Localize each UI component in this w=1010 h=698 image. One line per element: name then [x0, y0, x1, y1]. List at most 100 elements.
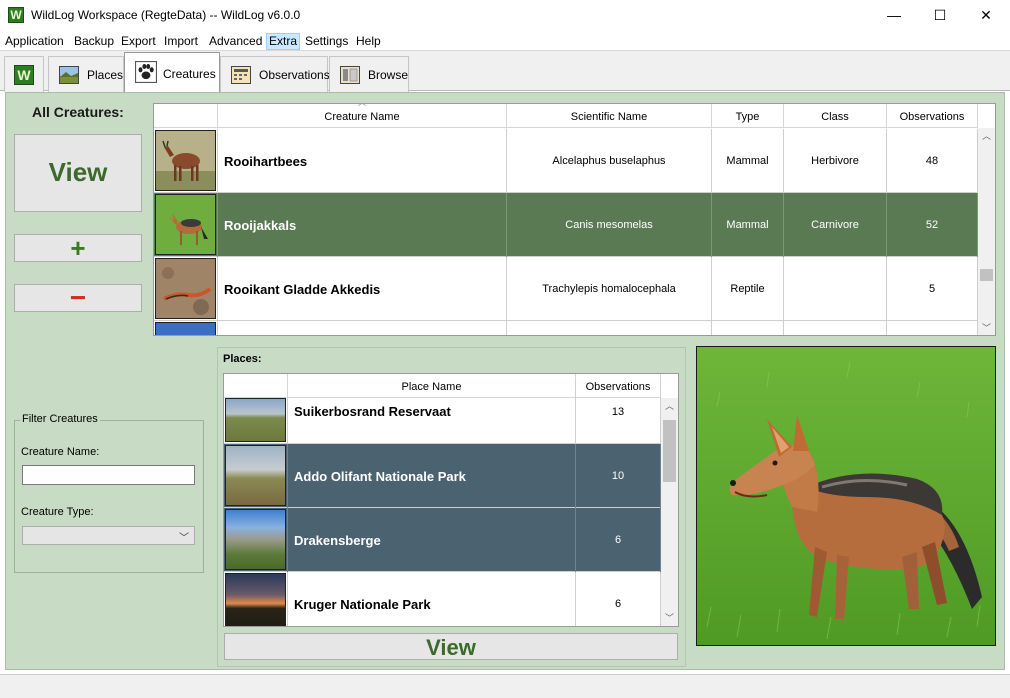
scientific-name-cell: Alcelaphus buselaphus: [507, 129, 712, 193]
creatures-table: ︿ Creature Name Scientific Name Type Cla…: [153, 103, 996, 336]
maximize-button[interactable]: ☐: [917, 0, 963, 31]
creature-thumbnail: [154, 193, 218, 257]
status-bar: [0, 674, 1010, 698]
observations-cell: 48: [887, 129, 978, 193]
place-name-cell: Kruger Nationale Park: [288, 572, 576, 626]
menu-advanced[interactable]: Advanced: [207, 33, 264, 50]
column-header-type[interactable]: Type: [712, 104, 784, 128]
type-cell: [712, 321, 784, 335]
window-title: WildLog Workspace (RegteData) -- WildLog…: [31, 8, 301, 22]
place-row[interactable]: Kruger Nationale Park 6: [224, 572, 661, 626]
column-header-observations[interactable]: Observations: [887, 104, 978, 128]
tab-home[interactable]: W: [4, 56, 44, 92]
observations-cell: 5: [887, 257, 978, 321]
column-header-scientific-name[interactable]: Scientific Name: [507, 104, 712, 128]
table-row[interactable]: [154, 321, 978, 335]
wildlog-home-icon: W: [14, 65, 34, 85]
lizard-image: [156, 259, 215, 318]
class-cell: [784, 321, 887, 335]
menu-export[interactable]: Export: [119, 33, 158, 50]
scrollbar-thumb[interactable]: [980, 269, 993, 281]
wildlog-app-icon: W: [8, 7, 24, 23]
black-backed-jackal-image: [697, 347, 995, 645]
scientific-name-cell: Trachylepis homalocephala: [507, 257, 712, 321]
places-title: Places:: [223, 353, 262, 365]
creature-name-cell: Rooikant Gladde Akkedis: [218, 257, 507, 321]
class-cell: Herbivore: [784, 129, 887, 193]
place-name-cell: Suikerbosrand Reservaat: [288, 380, 576, 444]
places-scrollbar[interactable]: ︿ ﹀: [661, 398, 678, 626]
menu-backup[interactable]: Backup: [72, 33, 116, 50]
scientific-name-cell: [507, 321, 712, 335]
creature-type-select[interactable]: ﹀: [22, 526, 195, 545]
place-row-selected[interactable]: Drakensberge 6: [224, 508, 661, 572]
close-button[interactable]: ✕: [963, 0, 1009, 31]
tab-observations[interactable]: Observations: [220, 56, 330, 92]
sort-ascending-icon: ︿: [358, 104, 366, 108]
filter-creatures-legend: Filter Creatures: [20, 413, 100, 425]
scroll-up-icon[interactable]: ︿: [978, 128, 995, 145]
creature-name-cell: [218, 321, 507, 335]
tab-places[interactable]: Places: [48, 56, 124, 92]
creature-thumbnail: [154, 321, 218, 335]
place-thumbnail: [224, 572, 288, 626]
minimize-button[interactable]: —: [871, 0, 917, 31]
sort-descending-icon: ﹀: [614, 374, 622, 378]
menu-help[interactable]: Help: [354, 33, 383, 50]
place-name-cell: Drakensberge: [288, 508, 576, 572]
menu-settings[interactable]: Settings: [303, 33, 350, 50]
creature-name-label: Creature Name:: [21, 446, 100, 458]
place-row-selected[interactable]: Addo Olifant Nationale Park 10: [224, 444, 661, 508]
creature-type-label: Creature Type:: [21, 506, 94, 518]
observations-cell: 52: [887, 193, 978, 257]
tab-browse[interactable]: Browse: [329, 56, 409, 92]
table-row[interactable]: Rooihartbees Alcelaphus buselaphus Mamma…: [154, 129, 978, 193]
place-name-cell: Addo Olifant Nationale Park: [288, 444, 576, 508]
menu-bar: Application Backup Export Import Advance…: [0, 31, 1010, 51]
type-cell: Mammal: [712, 129, 784, 193]
scroll-down-icon[interactable]: ﹀: [661, 610, 678, 626]
creatures-scrollbar[interactable]: ︿ ﹀: [978, 128, 995, 335]
creature-name-cell: Rooihartbees: [218, 129, 507, 193]
filter-creatures-group: [14, 420, 204, 573]
column-header-class[interactable]: Class: [784, 104, 887, 128]
scroll-down-icon[interactable]: ﹀: [978, 320, 995, 335]
delete-creature-button[interactable]: −: [14, 282, 142, 313]
scrollbar-thumb[interactable]: [663, 420, 676, 482]
scroll-up-icon[interactable]: ︿: [661, 398, 678, 415]
creature-thumbnail: [154, 257, 218, 321]
calendar-icon: [231, 66, 251, 84]
place-row[interactable]: Suikerbosrand Reservaat 13: [224, 380, 661, 444]
view-creature-label: View: [48, 157, 108, 187]
tab-creatures[interactable]: Creatures: [124, 52, 220, 92]
view-creature-button[interactable]: View: [14, 134, 142, 212]
creature-name-input[interactable]: [22, 465, 195, 485]
chevron-down-icon: ﹀: [179, 533, 189, 544]
jackal-image: [156, 195, 215, 254]
places-table: Place Name ﹀ Observations Suikerbosrand …: [223, 373, 679, 627]
column-header-creature-name[interactable]: ︿ Creature Name: [218, 104, 507, 128]
tab-bar: W Places Creatures Observations Browse: [0, 51, 1010, 92]
tab-places-label: Places: [87, 68, 124, 82]
creature-thumbnail: [154, 129, 218, 193]
table-row[interactable]: Rooikant Gladde Akkedis Trachylepis homa…: [154, 257, 978, 321]
place-thumbnail: [224, 508, 288, 572]
browse-folder-icon: [340, 66, 360, 84]
landscape-icon: [59, 66, 79, 84]
table-row-selected[interactable]: Rooijakkals Canis mesomelas Mammal Carni…: [154, 193, 978, 257]
creature-photo[interactable]: [696, 346, 996, 646]
tab-observations-label: Observations: [259, 68, 330, 82]
all-creatures-title: All Creatures:: [32, 104, 124, 120]
menu-import[interactable]: Import: [162, 33, 200, 50]
add-creature-button[interactable]: +: [14, 233, 142, 263]
plus-icon: +: [70, 233, 86, 263]
scientific-name-cell: Canis mesomelas: [507, 193, 712, 257]
place-thumbnail: [224, 444, 288, 508]
menu-application[interactable]: Application: [3, 33, 66, 50]
menu-extra[interactable]: Extra: [266, 33, 301, 50]
tab-creatures-label: Creatures: [163, 67, 216, 81]
class-cell: [784, 257, 887, 321]
view-places-button[interactable]: View: [224, 633, 678, 660]
type-cell: Reptile: [712, 257, 784, 321]
place-observations-cell: 6: [576, 572, 661, 626]
